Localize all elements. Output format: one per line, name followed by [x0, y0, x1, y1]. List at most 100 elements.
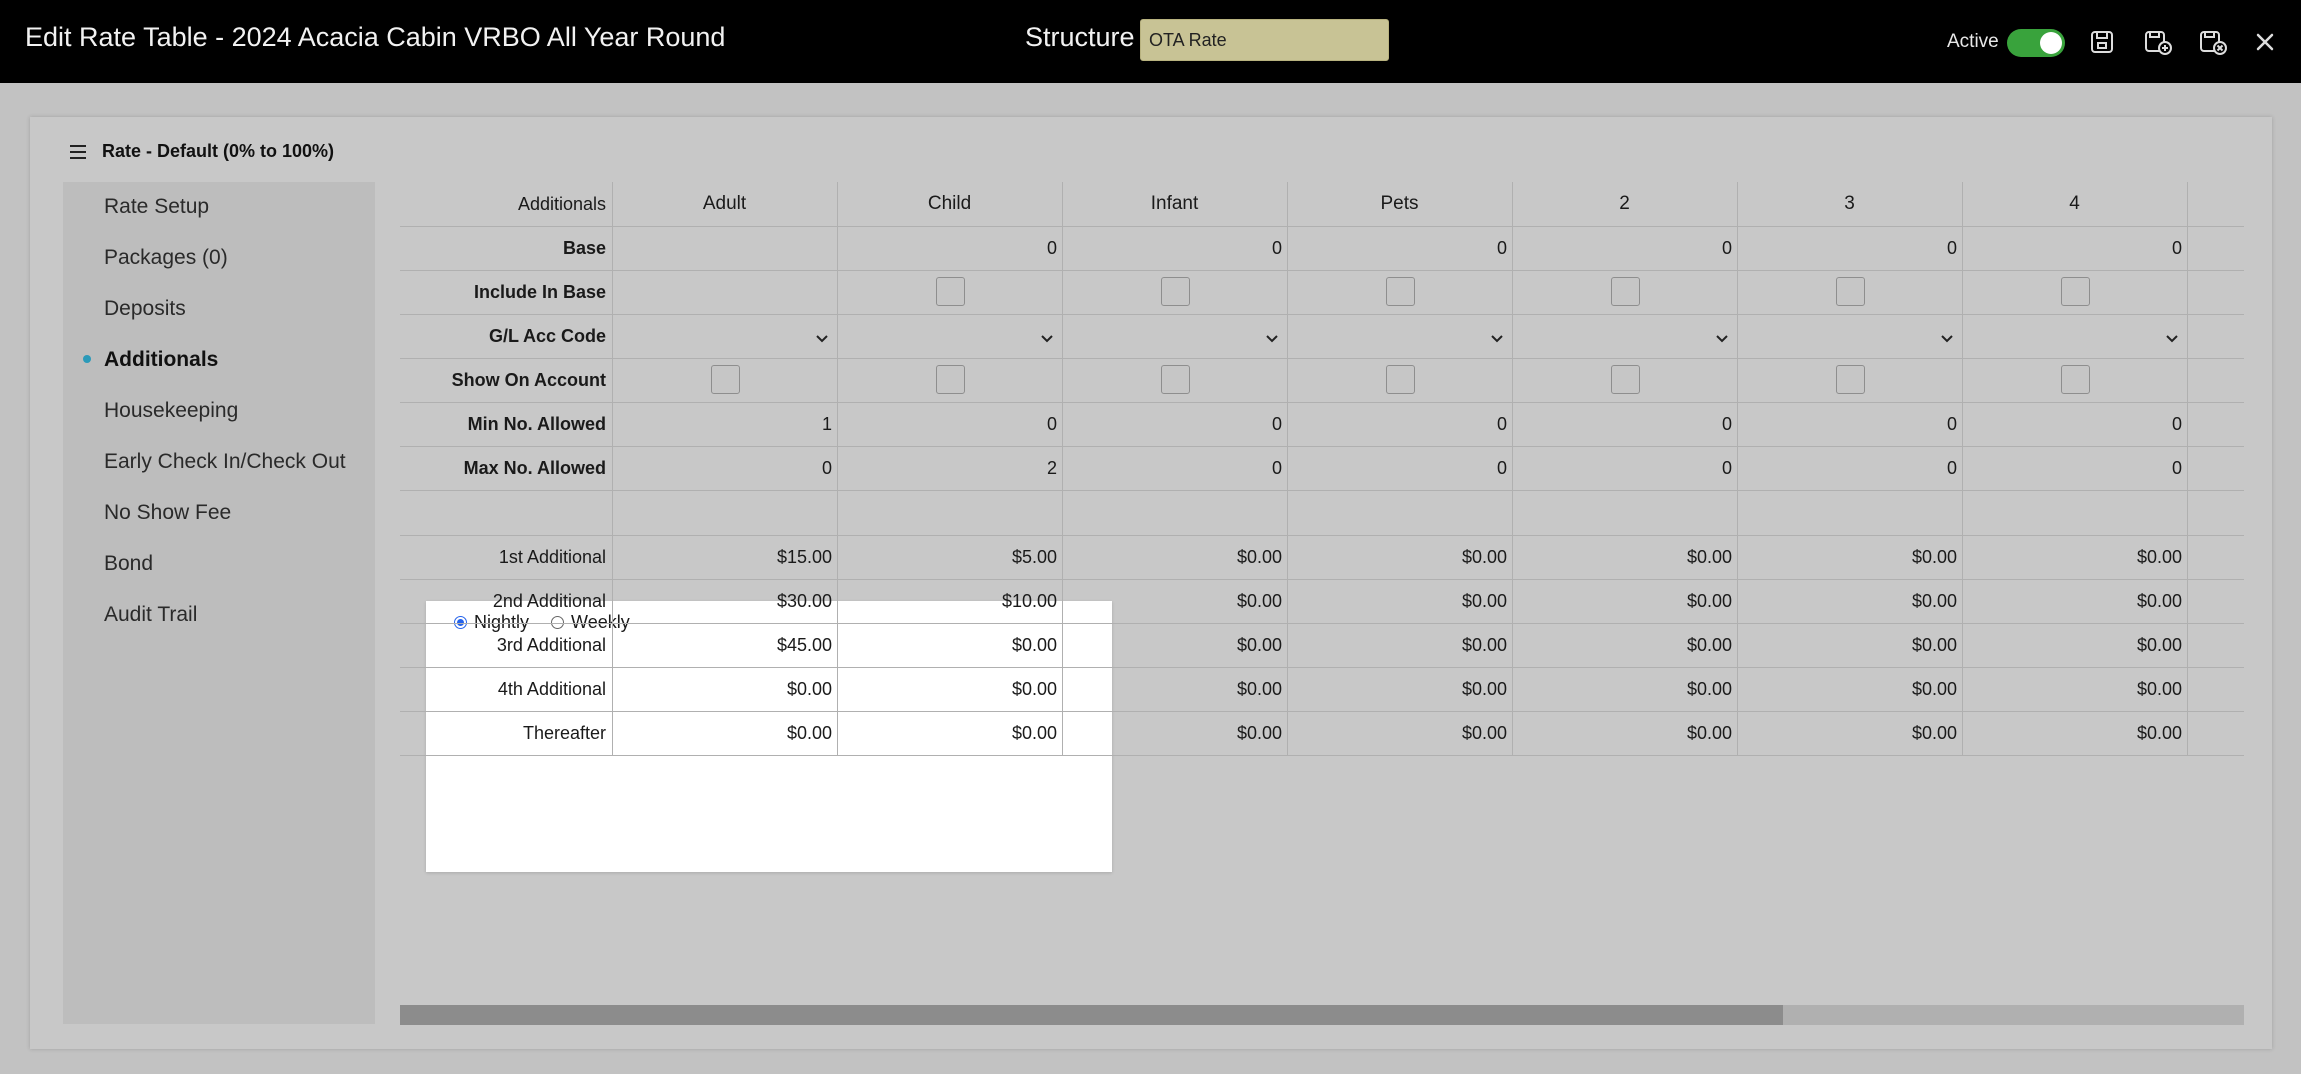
min-allowed-value[interactable]: 0	[837, 402, 1062, 446]
include-in-base-checkbox[interactable]	[1835, 277, 1865, 306]
additional-rate-value[interactable]: $0.00	[1962, 623, 2187, 667]
sidebar-item-additionals[interactable]: Additionals	[104, 348, 218, 372]
sidebar-item-bond[interactable]: Bond	[104, 552, 153, 576]
additional-rate-value[interactable]: $0.00	[837, 667, 1062, 711]
additional-rate-value[interactable]: $0.00	[1062, 667, 1287, 711]
base-value[interactable]: 0	[1737, 226, 1962, 270]
grid-row-divider	[400, 755, 2244, 756]
max-allowed-value[interactable]: 0	[1512, 446, 1737, 490]
show-on-account-checkbox[interactable]	[2060, 365, 2090, 394]
min-allowed-value[interactable]: 0	[1062, 402, 1287, 446]
additional-rate-value[interactable]: $0.00	[1737, 579, 1962, 623]
additional-rate-value[interactable]: $0.00	[1287, 623, 1512, 667]
additional-rate-value[interactable]: $0.00	[1962, 711, 2187, 755]
include-in-base-checkbox[interactable]	[935, 277, 965, 306]
additional-rate-value[interactable]: $0.00	[837, 623, 1062, 667]
additional-rate-value[interactable]: $0.00	[1287, 711, 1512, 755]
scrollbar-thumb[interactable]	[400, 1005, 1783, 1025]
max-allowed-value[interactable]: 0	[1062, 446, 1287, 490]
save-and-new-icon[interactable]	[2142, 26, 2174, 58]
sidebar-item-housekeeping[interactable]: Housekeeping	[104, 399, 238, 423]
additional-rate-value[interactable]: $45.00	[612, 623, 837, 667]
sidebar-item-audit-trail[interactable]: Audit Trail	[104, 603, 197, 627]
include-in-base-checkbox[interactable]	[2060, 277, 2090, 306]
additional-rate-value[interactable]: $0.00	[1062, 579, 1287, 623]
include-in-base-checkbox[interactable]	[1385, 277, 1415, 306]
grid-row-divider	[400, 226, 2244, 227]
show-on-account-checkbox[interactable]	[1835, 365, 1865, 394]
base-value[interactable]: 0	[1512, 226, 1737, 270]
show-on-account-checkbox[interactable]	[710, 365, 740, 394]
base-value[interactable]	[612, 226, 837, 270]
additional-rate-value[interactable]: $0.00	[1287, 667, 1512, 711]
base-value[interactable]: 0	[837, 226, 1062, 270]
min-allowed-value[interactable]: 0	[1287, 402, 1512, 446]
additional-rate-value[interactable]: $0.00	[1512, 623, 1737, 667]
additional-rate-value[interactable]: $0.00	[1287, 535, 1512, 579]
additional-rate-value[interactable]: $0.00	[1512, 667, 1737, 711]
additional-rate-value[interactable]: $0.00	[1962, 535, 2187, 579]
min-allowed-value[interactable]: 0	[1962, 402, 2187, 446]
column-header: Child	[927, 193, 972, 214]
max-allowed-value[interactable]: 0	[612, 446, 837, 490]
additional-rate-value[interactable]: $0.00	[837, 711, 1062, 755]
max-allowed-value[interactable]: 0	[1287, 446, 1512, 490]
chevron-down-icon[interactable]	[815, 331, 829, 343]
chevron-down-icon[interactable]	[1490, 331, 1504, 343]
chevron-down-icon[interactable]	[1265, 331, 1279, 343]
horizontal-scrollbar[interactable]	[400, 1005, 2244, 1025]
additional-rate-value[interactable]: $0.00	[1737, 535, 1962, 579]
sidebar-item-early-check-in[interactable]: Early Check In/Check Out	[104, 450, 346, 474]
min-allowed-value[interactable]: 0	[1512, 402, 1737, 446]
include-in-base-checkbox[interactable]	[1610, 277, 1640, 306]
additional-rate-value[interactable]: $0.00	[1962, 667, 2187, 711]
menu-icon[interactable]	[70, 144, 86, 159]
row-label-show-on-account: Show On Account	[451, 370, 606, 390]
additional-rate-value[interactable]: $0.00	[1512, 579, 1737, 623]
row-label-gl-acc-code: G/L Acc Code	[488, 326, 606, 346]
additional-rate-value[interactable]: $5.00	[837, 535, 1062, 579]
include-in-base-checkbox[interactable]	[1160, 277, 1190, 306]
additional-rate-value[interactable]: $0.00	[612, 667, 837, 711]
base-value[interactable]: 0	[1062, 226, 1287, 270]
additional-rate-value[interactable]: $0.00	[1737, 667, 1962, 711]
sidebar-item-rate-setup[interactable]: Rate Setup	[104, 195, 209, 219]
additional-rate-value[interactable]: $10.00	[837, 579, 1062, 623]
sidebar-item-deposits[interactable]: Deposits	[104, 297, 186, 321]
chevron-down-icon[interactable]	[2165, 331, 2179, 343]
additional-rate-value[interactable]: $0.00	[1512, 535, 1737, 579]
additional-rate-value[interactable]: $0.00	[1512, 711, 1737, 755]
additional-rate-value[interactable]: $0.00	[1962, 579, 2187, 623]
sidebar-item-packages[interactable]: Packages (0)	[104, 246, 228, 270]
chevron-down-icon[interactable]	[1940, 331, 1954, 343]
additional-rate-value[interactable]: $0.00	[612, 711, 837, 755]
additional-rate-value[interactable]: $0.00	[1062, 623, 1287, 667]
additional-rate-value[interactable]: $15.00	[612, 535, 837, 579]
additional-rate-value[interactable]: $0.00	[1737, 711, 1962, 755]
max-allowed-value[interactable]: 0	[1737, 446, 1962, 490]
show-on-account-checkbox[interactable]	[1160, 365, 1190, 394]
active-toggle[interactable]	[2007, 29, 2065, 57]
show-on-account-checkbox[interactable]	[1610, 365, 1640, 394]
base-value[interactable]: 0	[1962, 226, 2187, 270]
save-and-close-icon[interactable]	[2197, 26, 2229, 58]
title-bar: Edit Rate Table - 2024 Acacia Cabin VRBO…	[0, 0, 2301, 83]
structure-field[interactable]: OTA Rate	[1140, 19, 1389, 61]
min-allowed-value[interactable]: 0	[1737, 402, 1962, 446]
show-on-account-checkbox[interactable]	[935, 365, 965, 394]
additional-rate-value[interactable]: $30.00	[612, 579, 837, 623]
base-value[interactable]: 0	[1287, 226, 1512, 270]
show-on-account-checkbox[interactable]	[1385, 365, 1415, 394]
chevron-down-icon[interactable]	[1715, 331, 1729, 343]
min-allowed-value[interactable]: 1	[612, 402, 837, 446]
max-allowed-value[interactable]: 0	[1962, 446, 2187, 490]
additional-rate-value[interactable]: $0.00	[1737, 623, 1962, 667]
additional-rate-value[interactable]: $0.00	[1062, 711, 1287, 755]
additional-rate-value[interactable]: $0.00	[1287, 579, 1512, 623]
chevron-down-icon[interactable]	[1040, 331, 1054, 343]
sidebar-item-no-show-fee[interactable]: No Show Fee	[104, 501, 231, 525]
close-icon[interactable]	[2249, 26, 2281, 58]
max-allowed-value[interactable]: 2	[837, 446, 1062, 490]
additional-rate-value[interactable]: $0.00	[1062, 535, 1287, 579]
save-icon[interactable]	[2086, 26, 2118, 58]
